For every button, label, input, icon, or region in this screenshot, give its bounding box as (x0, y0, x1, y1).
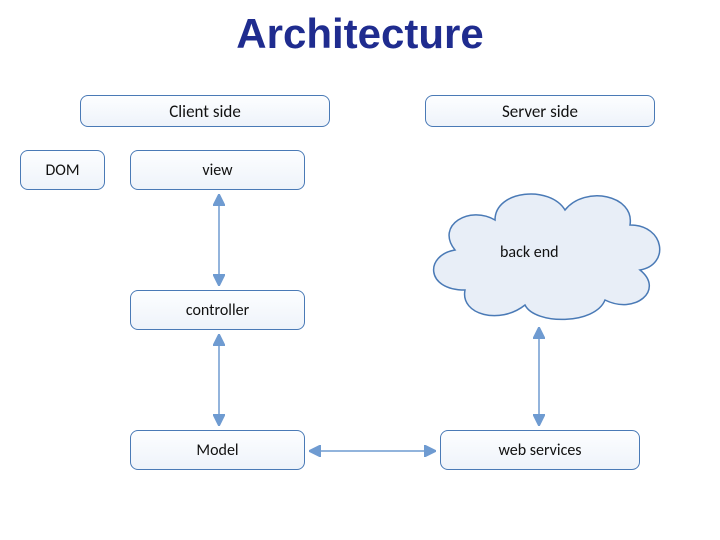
controller-label: controller (186, 301, 249, 320)
arrow-model-webservices (307, 442, 438, 460)
box-controller: controller (130, 290, 305, 330)
view-label: view (202, 161, 232, 180)
model-label: Model (196, 441, 238, 460)
dom-label: DOM (45, 161, 79, 180)
arrow-cloud-webservices (530, 325, 548, 428)
slide-title: Architecture (0, 10, 720, 58)
arrow-controller-model (210, 332, 228, 428)
box-dom: DOM (20, 150, 105, 190)
box-model: Model (130, 430, 305, 470)
web-services-label: web services (498, 441, 581, 460)
server-side-label: Server side (502, 101, 578, 122)
box-web-services: web services (440, 430, 640, 470)
arrow-view-controller (210, 192, 228, 288)
box-view: view (130, 150, 305, 190)
header-client-side: Client side (80, 95, 330, 127)
header-server-side: Server side (425, 95, 655, 127)
client-side-label: Client side (169, 101, 241, 122)
back-end-label: back end (500, 243, 559, 262)
